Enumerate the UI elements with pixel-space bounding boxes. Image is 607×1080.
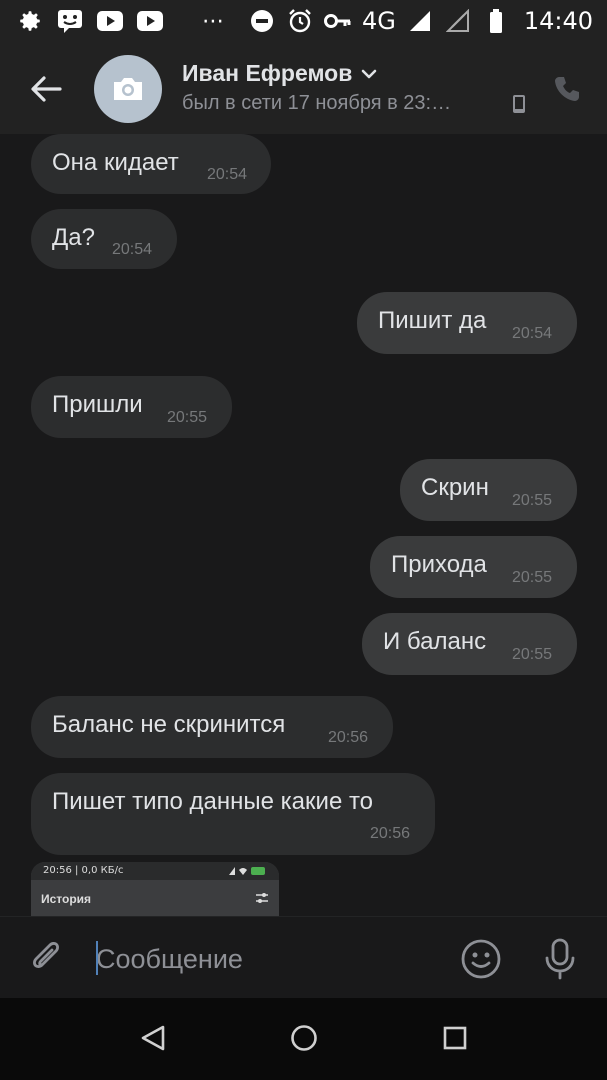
message-text: Пришли	[52, 391, 143, 418]
message-text: Пишит да	[378, 307, 487, 334]
filter-icon	[256, 893, 268, 903]
square-recents-icon	[443, 1026, 467, 1050]
image-status-text: 20:56 | 0,0 КБ/с	[43, 865, 124, 876]
message-composer	[0, 916, 607, 999]
message-bubble-incoming[interactable]: Пишет типо данные какие то 20:56	[31, 773, 435, 855]
message-time: 20:54	[207, 166, 248, 183]
circle-home-icon	[291, 1025, 317, 1051]
message-text: Прихода	[391, 551, 487, 578]
mobile-device-icon	[512, 94, 526, 114]
status-bar: ⋯ 4G 14:40	[0, 0, 607, 42]
message-time: 20:55	[512, 492, 553, 509]
image-status-bar: 20:56 | 0,0 КБ/с	[31, 862, 279, 880]
nav-recent-apps-button[interactable]	[443, 1026, 467, 1050]
message-text: Да?	[52, 224, 95, 251]
message-bubble-outgoing[interactable]: Прихода 20:55	[370, 536, 577, 598]
message-text: Скрин	[421, 474, 489, 501]
contact-status: был в сети 17 ноября в 23:…	[182, 92, 452, 114]
message-bubble-incoming[interactable]: Она кидает 20:54	[31, 134, 271, 194]
message-bubble-incoming[interactable]: Да? 20:54	[31, 209, 177, 269]
status-bar-right: 4G 14:40	[248, 6, 593, 36]
signal-empty-icon	[444, 7, 472, 35]
image-status-icons	[229, 867, 265, 875]
message-time: 20:55	[167, 409, 208, 426]
system-navigation-bar	[0, 998, 607, 1080]
image-title: История	[41, 892, 92, 906]
triangle-back-icon	[141, 1025, 165, 1051]
key-icon	[323, 7, 352, 35]
message-text: Баланс не скринится	[52, 711, 286, 738]
emoji-button[interactable]	[460, 938, 502, 980]
clock: 14:40	[523, 7, 593, 35]
message-text: Пишет типо данные какие то	[52, 788, 374, 815]
message-bubble-outgoing[interactable]: Скрин 20:55	[400, 459, 577, 521]
image-attachment[interactable]: 20:56 | 0,0 КБ/с История	[31, 862, 279, 916]
youtube-icon	[96, 7, 124, 35]
message-text: И баланс	[383, 628, 487, 655]
microphone-icon	[545, 938, 575, 980]
message-bubble-incoming[interactable]: Баланс не скринится 20:56	[31, 696, 393, 758]
voice-message-button[interactable]	[542, 937, 578, 981]
smile-icon	[461, 939, 501, 979]
network-type-label: 4G	[361, 7, 396, 35]
message-time: 20:55	[512, 646, 553, 663]
nav-back-button[interactable]	[140, 1024, 166, 1052]
message-input[interactable]	[96, 941, 426, 977]
attach-button[interactable]	[28, 939, 66, 977]
more-notifications-icon: ⋯	[202, 8, 224, 34]
message-bubble-outgoing[interactable]: И баланс 20:55	[362, 613, 577, 675]
message-time: 20:56	[328, 729, 369, 746]
nav-home-button[interactable]	[290, 1024, 318, 1052]
message-bubble-outgoing[interactable]: Пишит да 20:54	[357, 292, 577, 354]
avatar[interactable]	[94, 55, 162, 123]
alarm-icon	[286, 7, 314, 35]
contact-name: Иван Ефремов	[182, 60, 353, 86]
status-bar-left: ⋯	[16, 6, 224, 36]
message-list[interactable]: Она кидает 20:54 Да? 20:54 Пишит да 20:5…	[0, 134, 607, 916]
chevron-down-icon	[362, 69, 377, 78]
message-time: 20:56	[370, 825, 411, 842]
do-not-disturb-icon	[248, 7, 276, 35]
youtube-icon	[136, 7, 164, 35]
arrow-left-icon	[31, 76, 62, 102]
text-cursor	[96, 941, 98, 975]
message-time: 20:55	[512, 569, 553, 586]
message-time: 20:54	[512, 325, 553, 342]
message-text: Она кидает	[52, 149, 179, 176]
signal-icon	[406, 7, 434, 35]
back-button[interactable]	[26, 69, 66, 109]
call-button[interactable]	[552, 74, 582, 104]
battery-icon	[482, 7, 510, 35]
message-bubble-incoming[interactable]: Пришли 20:55	[31, 376, 232, 438]
gear-icon	[16, 7, 44, 35]
message-time: 20:54	[112, 241, 153, 258]
phone-icon	[555, 77, 579, 101]
camera-icon	[114, 78, 142, 100]
chat-app-icon	[56, 7, 84, 35]
contact-name-button[interactable]: Иван Ефремов	[182, 60, 378, 87]
paperclip-icon	[33, 942, 59, 968]
chat-header: Иван Ефремов был в сети 17 ноября в 23:…	[0, 42, 607, 134]
